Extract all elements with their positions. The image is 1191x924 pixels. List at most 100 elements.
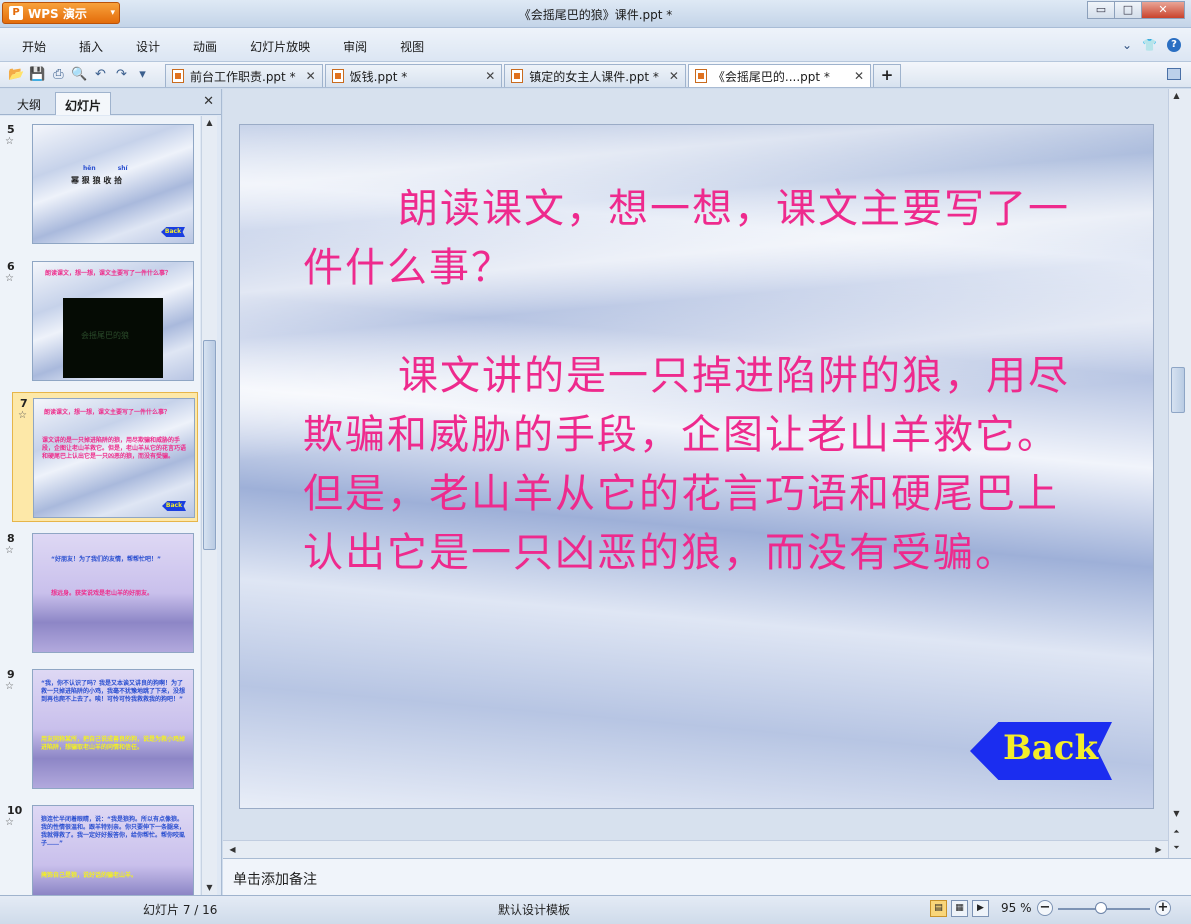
menu-slideshow[interactable]: 幻灯片放映: [250, 38, 310, 55]
notes-pane[interactable]: 单击添加备注: [223, 858, 1191, 895]
thumb-text: “好朋友！为了我们的友情，帮帮忙吧！”: [51, 556, 161, 563]
slide-preview: 狼连忙半闭着眼睛，说：“我是狼狗。所以有点像狼。我的性情很温和。跟羊特别亲。你只…: [32, 805, 194, 895]
maximize-button[interactable]: □: [1114, 1, 1142, 19]
doc-tab[interactable]: 镇定的女主人课件.ppt * ✕: [504, 64, 686, 87]
close-tab-icon[interactable]: ✕: [485, 69, 495, 83]
close-tab-icon[interactable]: ✕: [669, 69, 679, 83]
slideshow-icon[interactable]: ▶: [972, 900, 989, 917]
open-folder-icon[interactable]: 📂: [8, 66, 25, 83]
thumb-back-icon: Back: [161, 227, 185, 237]
slide-preview: hěn shí 幂 狠 狼 收 拾 Back: [32, 124, 194, 244]
thumb-text: 朗读课文，想一想，课文主要写了一件什么事？: [45, 270, 172, 277]
close-tab-icon[interactable]: ✕: [854, 69, 864, 83]
slide-number: 6: [7, 260, 15, 273]
quick-toolbar: 📂 💾 ⎙ 🔍 ↶ ↷ ▾ 前台工作职责.ppt * ✕ 饭钱.ppt * ✕ …: [0, 62, 1191, 88]
doc-tab[interactable]: 前台工作职责.ppt * ✕: [165, 64, 323, 87]
slide-paragraph-2[interactable]: 课文讲的是一只掉进陷阱的狼，用尽欺骗和威胁的手段，企图让老山羊救它。但是，老山羊…: [303, 347, 1083, 583]
print-icon[interactable]: ⎙: [50, 66, 67, 83]
thumb-text: “我，你不认识了吗？我是又本诶又讲良的狗啊！为了救一只掉进陷阱的小鸡，我毫不犹豫…: [41, 680, 186, 703]
ppt-file-icon: [511, 69, 524, 83]
animation-star-icon: ☆: [5, 681, 14, 692]
video-frame: 会摇尾巴的狼: [63, 298, 163, 378]
menu-view[interactable]: 视图: [400, 38, 424, 55]
animation-star-icon: ☆: [5, 545, 14, 556]
scrollbar-thumb[interactable]: [203, 340, 216, 550]
tab-outline[interactable]: 大纲: [8, 92, 50, 115]
zoom-level: 95 %: [1001, 901, 1032, 915]
help-icon[interactable]: ?: [1167, 38, 1181, 52]
previous-slide-icon[interactable]: ⏶: [1169, 825, 1184, 839]
slide-number: 8: [7, 532, 15, 545]
menu-animation[interactable]: 动画: [193, 38, 217, 55]
slide-thumbnail-6[interactable]: 6 ☆ 朗读课文，想一想，课文主要写了一件什么事？ 会摇尾巴的狼: [0, 256, 194, 386]
thumb-text: 用友同称某所，把自己说成善良的狗，说是为救小鸡掉进陷阱，想骗取老山羊的同情和信任…: [41, 736, 186, 751]
slide-thumbnail-7[interactable]: 7 ☆ 朗读课文，想一想，课文主要写了一件什么事？ 课文讲的是一只掉进陷阱的狼，…: [12, 392, 198, 522]
undo-icon[interactable]: ↶: [92, 66, 109, 83]
scroll-right-icon[interactable]: ▶: [1151, 843, 1166, 857]
skin-icon[interactable]: 👕: [1142, 38, 1157, 52]
save-icon[interactable]: 💾: [29, 66, 46, 83]
slide-preview: 朗读课文，想一想，课文主要写了一件什么事？ 会摇尾巴的狼: [32, 261, 194, 381]
ppt-file-icon: [172, 69, 184, 83]
menu-design[interactable]: 设计: [136, 38, 160, 55]
window-layout-icon[interactable]: [1167, 68, 1181, 80]
collapse-ribbon-icon[interactable]: ⌄: [1122, 38, 1132, 52]
thumbnail-scrollbar[interactable]: ▲ ▼: [201, 116, 217, 895]
doc-tab-active[interactable]: 《会摇尾巴的....ppt * ✕: [687, 64, 871, 87]
scrollbar-thumb[interactable]: [1171, 367, 1185, 413]
thumb-text: 想远身。获奖说戏是老山羊的好朋友。: [51, 590, 154, 597]
scroll-down-icon[interactable]: ▼: [202, 881, 217, 895]
doc-tab-label: 饭钱.ppt *: [349, 69, 408, 84]
tab-slides[interactable]: 幻灯片: [55, 92, 112, 115]
menu-insert[interactable]: 插入: [79, 38, 103, 55]
slide-thumbnail-5[interactable]: 5 ☆ hěn shí 幂 狠 狼 收 拾 Back: [0, 119, 194, 249]
horizontal-scrollbar[interactable]: ◀ ▶: [223, 840, 1168, 858]
zoom-in-button[interactable]: +: [1155, 900, 1171, 916]
document-tabs: 前台工作职责.ppt * ✕ 饭钱.ppt * ✕ 镇定的女主人课件.ppt *…: [165, 64, 901, 87]
slide-sorter-icon[interactable]: ▦: [951, 900, 968, 917]
window-title: 《会摇尾巴的狼》课件.ppt *: [518, 8, 673, 22]
close-tab-icon[interactable]: ✕: [306, 69, 316, 83]
slide-preview: 朗读课文，想一想，课文主要写了一件什么事？ 课文讲的是一只掉进陷阱的狼，用尽欺骗…: [33, 398, 195, 518]
vertical-scrollbar[interactable]: ▲ ▼ ⏶ ⏷: [1168, 89, 1191, 858]
redo-icon[interactable]: ↷: [113, 66, 130, 83]
new-tab-button[interactable]: +: [873, 64, 901, 87]
scroll-up-icon[interactable]: ▲: [202, 116, 217, 130]
close-panel-icon[interactable]: ✕: [203, 94, 214, 109]
ppt-file-icon: [694, 69, 707, 83]
slide-paragraph-1[interactable]: 朗读课文，想一想，课文主要写了一件什么事？: [303, 180, 1083, 298]
scroll-left-icon[interactable]: ◀: [225, 843, 240, 857]
title-bar: P WPS 演示 ▾ 《会摇尾巴的狼》课件.ppt * ▭ □ ✕: [0, 0, 1191, 28]
thumb-text: 课文讲的是一只掉进陷阱的狼，用尽欺骗和威胁的手段，企图让老山羊救它。但是，老山羊…: [42, 437, 187, 460]
slide-number: 9: [7, 668, 15, 681]
scroll-up-icon[interactable]: ▲: [1169, 89, 1184, 103]
thumb-text: 幂 狠 狼 收 拾: [71, 176, 123, 185]
doc-tab[interactable]: 饭钱.ppt * ✕: [324, 64, 503, 87]
slide-thumbnail-9[interactable]: 9 ☆ “我，你不认识了吗？我是又本诶又讲良的狗啊！为了救一只掉进陷阱的小鸡，我…: [0, 664, 194, 794]
normal-view-icon[interactable]: ▤: [930, 900, 947, 917]
slide-thumbnail-8[interactable]: 8 ☆ “好朋友！为了我们的友情，帮帮忙吧！” 想远身。获奖说戏是老山羊的好朋友…: [0, 528, 194, 658]
ppt-file-icon: [331, 69, 344, 83]
back-button[interactable]: Back: [970, 722, 1112, 780]
zoom-out-button[interactable]: −: [1037, 900, 1053, 916]
print-preview-icon[interactable]: 🔍: [71, 66, 88, 83]
video-caption: 会摇尾巴的狼: [81, 331, 129, 340]
slide-indicator: 幻灯片 7 / 16: [143, 903, 218, 917]
scroll-down-icon[interactable]: ▼: [1169, 807, 1184, 821]
slides-panel: 大纲 幻灯片 ✕ 5 ☆ hěn shí 幂 狠 狼 收 拾 Back 6 ☆ …: [0, 89, 222, 895]
toolbar-dropdown-icon[interactable]: ▾: [134, 66, 151, 83]
menu-home[interactable]: 开始: [22, 38, 46, 55]
slide-preview: “好朋友！为了我们的友情，帮帮忙吧！” 想远身。获奖说戏是老山羊的好朋友。: [32, 533, 194, 653]
doc-tab-label: 《会摇尾巴的....ppt *: [712, 69, 830, 84]
menu-review[interactable]: 审阅: [343, 38, 367, 55]
next-slide-icon[interactable]: ⏷: [1169, 841, 1184, 855]
current-slide[interactable]: 朗读课文，想一想，课文主要写了一件什么事？ 课文讲的是一只掉进陷阱的狼，用尽欺骗…: [239, 124, 1154, 809]
slide-thumbnail-10[interactable]: 10 ☆ 狼连忙半闭着眼睛，说：“我是狼狗。所以有点像狼。我的性情很温和。跟羊特…: [0, 800, 194, 895]
minimize-button[interactable]: ▭: [1087, 1, 1115, 19]
slide-number: 10: [7, 804, 23, 817]
slide-number: 5: [7, 123, 15, 136]
close-button[interactable]: ✕: [1141, 1, 1185, 19]
window-controls: ▭ □ ✕: [1087, 1, 1185, 19]
slide-preview: “我，你不认识了吗？我是又本诶又讲良的狗啊！为了救一只掉进陷阱的小鸡，我毫不犹豫…: [32, 669, 194, 789]
zoom-slider-knob[interactable]: [1095, 902, 1107, 914]
